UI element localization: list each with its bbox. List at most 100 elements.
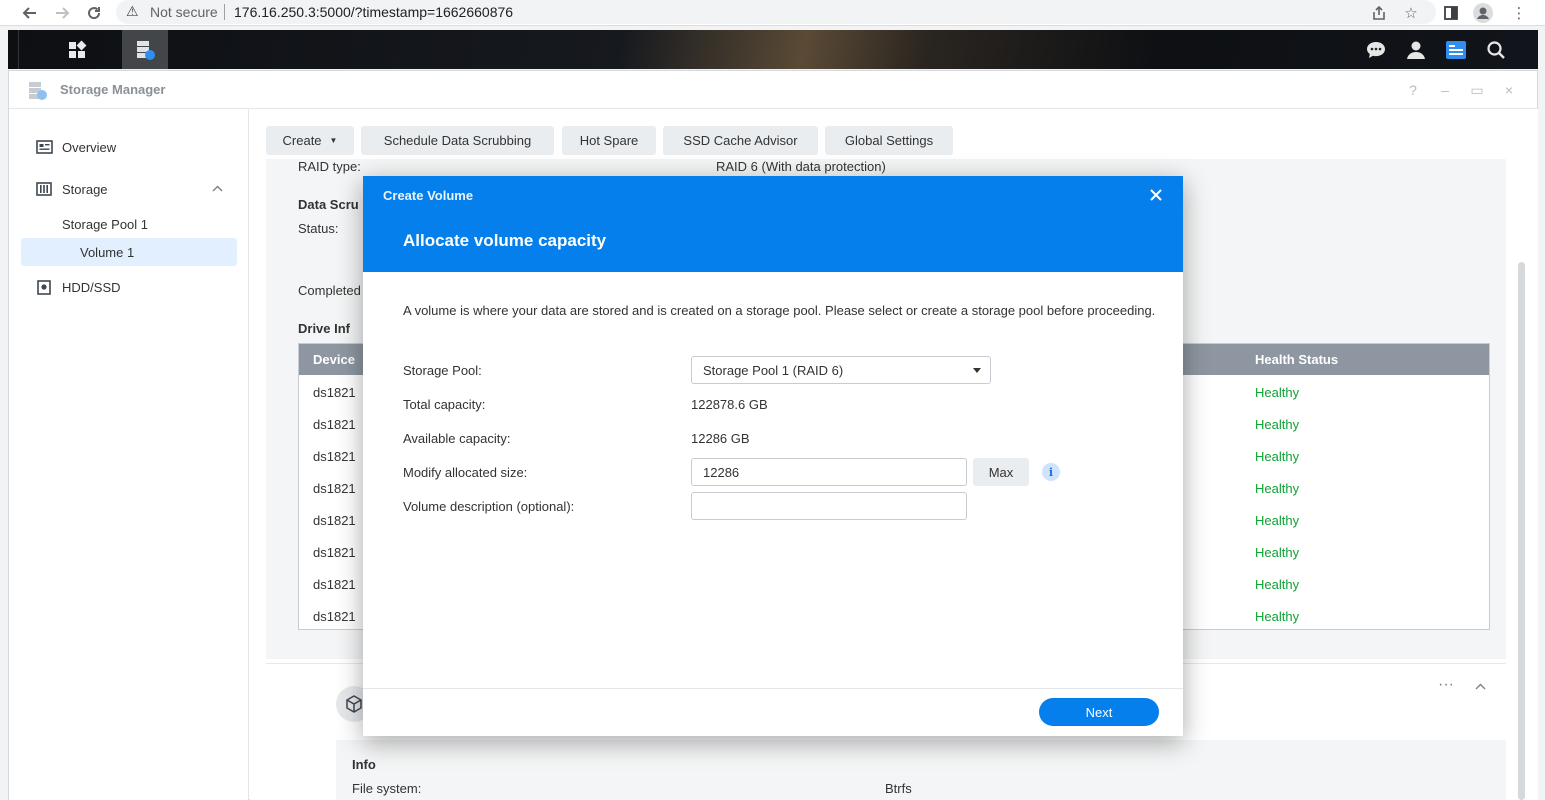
completed-label: Completed	[298, 283, 361, 298]
restore-icon[interactable]: ▭	[1467, 80, 1487, 100]
sidebar-item-label: Volume 1	[80, 244, 135, 260]
browser-toolbar: ⚠ Not secure 176.16.250.3:5000/?timestam…	[0, 0, 1545, 26]
health-status-cell: Healthy	[1255, 609, 1300, 624]
minimize-icon[interactable]: –	[1435, 80, 1455, 100]
available-capacity-value: 12286 GB	[691, 431, 750, 446]
storage-icon	[35, 181, 53, 197]
device-cell: ds1821	[313, 449, 356, 464]
file-system-value: Btrfs	[885, 781, 912, 796]
hdd-icon	[35, 279, 53, 295]
sidebar-item-storage-pool-1[interactable]: Storage Pool 1	[21, 210, 237, 238]
window-titlebar: Storage Manager ? – ▭ ×	[9, 71, 1537, 109]
info-heading: Info	[352, 757, 376, 772]
warning-icon: ⚠	[126, 3, 139, 19]
dialog-footer-divider	[363, 688, 1183, 689]
share-icon[interactable]	[1368, 2, 1390, 24]
sidebar-item-label: Storage Pool 1	[62, 216, 149, 232]
menu-kebab-icon[interactable]: ⋮	[1508, 2, 1530, 24]
device-cell: ds1821	[313, 545, 356, 560]
chevron-up-icon[interactable]	[1475, 678, 1486, 693]
allocated-size-value: 12286	[703, 464, 740, 480]
close-icon[interactable]	[1146, 185, 1166, 205]
health-status-cell: Healthy	[1255, 577, 1300, 592]
main-menu-icon[interactable]	[54, 30, 100, 69]
close-icon[interactable]: ×	[1499, 80, 1519, 100]
overview-icon	[35, 139, 53, 155]
raid-type-value: RAID 6 (With data protection)	[716, 159, 886, 174]
content-scrollbar[interactable]	[1518, 262, 1525, 800]
address-bar[interactable]: ⚠ Not secure 176.16.250.3:5000/?timestam…	[116, 0, 1436, 24]
storage-pool-select[interactable]: Storage Pool 1 (RAID 6)	[691, 356, 991, 384]
create-dropdown-button[interactable]: Create ▼	[266, 126, 354, 155]
sidebar-item-storage[interactable]: Storage	[21, 175, 237, 203]
forward-icon[interactable]	[51, 2, 73, 24]
drive-info-heading: Drive Inf	[298, 321, 351, 336]
storage-pool-label: Storage Pool:	[403, 363, 482, 378]
raid-type-label: RAID type:	[298, 159, 361, 174]
url-text[interactable]: 176.16.250.3:5000/?timestamp=1662660876	[234, 4, 513, 20]
not-secure-label: Not secure	[150, 4, 218, 20]
reload-icon[interactable]	[83, 2, 105, 24]
dialog-header: Create Volume Allocate volume capacity	[363, 176, 1183, 272]
caret-down-icon: ▼	[329, 136, 338, 145]
storage-manager-app-icon	[27, 80, 49, 102]
next-button[interactable]: Next	[1039, 698, 1159, 726]
global-settings-button[interactable]: Global Settings	[825, 126, 953, 155]
dsm-taskbar	[8, 30, 1538, 69]
more-icon[interactable]: ···	[1438, 676, 1454, 694]
health-status-cell: Healthy	[1255, 449, 1300, 464]
chevron-up-icon[interactable]	[212, 183, 223, 195]
widgets-icon[interactable]	[1436, 30, 1476, 69]
bookmark-star-icon[interactable]: ☆	[1400, 2, 1422, 24]
storage-manager-task-icon[interactable]	[122, 30, 168, 69]
caret-down-icon	[973, 368, 981, 373]
sidebar: Overview Storage Storage Pool 1 Volume 1…	[9, 109, 249, 800]
total-capacity-label: Total capacity:	[403, 397, 486, 412]
health-status-cell: Healthy	[1255, 545, 1300, 560]
sidebar-item-label: Storage	[62, 181, 108, 197]
create-volume-dialog: Create Volume Allocate volume capacity A…	[363, 176, 1183, 736]
ssd-cache-advisor-button[interactable]: SSD Cache Advisor	[663, 126, 818, 155]
create-label: Create	[282, 133, 322, 148]
device-cell: ds1821	[313, 513, 356, 528]
device-cell: ds1821	[313, 577, 356, 592]
window-title: Storage Manager	[60, 82, 166, 97]
volume-info-box: Info File system: Btrfs	[336, 740, 1506, 800]
hot-spare-button[interactable]: Hot Spare	[562, 126, 656, 155]
info-icon[interactable]: i	[1042, 463, 1060, 481]
taskbar-divider	[18, 30, 19, 69]
dialog-description: A volume is where your data are stored a…	[403, 303, 1156, 318]
user-icon[interactable]	[1396, 30, 1436, 69]
search-icon[interactable]	[1476, 30, 1516, 69]
schedule-data-scrubbing-button[interactable]: Schedule Data Scrubbing	[361, 126, 554, 155]
available-capacity-label: Available capacity:	[403, 431, 511, 446]
modify-allocated-size-label: Modify allocated size:	[403, 465, 528, 480]
divider	[224, 4, 225, 20]
storage-pool-selected-value: Storage Pool 1 (RAID 6)	[703, 362, 844, 378]
profile-avatar-icon[interactable]	[1472, 2, 1494, 24]
max-button[interactable]: Max	[973, 458, 1029, 486]
health-status-cell: Healthy	[1255, 385, 1300, 400]
back-icon[interactable]	[19, 2, 41, 24]
device-cell: ds1821	[313, 385, 356, 400]
sidebar-item-label: HDD/SSD	[62, 279, 121, 295]
column-header-health-status[interactable]: Health Status	[1255, 352, 1338, 367]
volume-description-label: Volume description (optional):	[403, 499, 575, 514]
total-capacity-value: 122878.6 GB	[691, 397, 768, 412]
help-icon[interactable]: ?	[1403, 80, 1423, 100]
health-status-cell: Healthy	[1255, 513, 1300, 528]
dialog-title: Allocate volume capacity	[403, 231, 607, 250]
volume-description-input[interactable]	[691, 492, 967, 520]
data-scrubbing-heading: Data Scru	[298, 197, 359, 212]
health-status-cell: Healthy	[1255, 417, 1300, 432]
device-cell: ds1821	[313, 481, 356, 496]
health-status-cell: Healthy	[1255, 481, 1300, 496]
file-system-label: File system:	[352, 781, 422, 796]
sidebar-item-volume-1[interactable]: Volume 1	[21, 238, 237, 266]
chat-icon[interactable]	[1356, 30, 1396, 69]
sidebar-item-overview[interactable]: Overview	[21, 133, 237, 161]
column-header-device[interactable]: Device	[313, 352, 355, 367]
side-panel-icon[interactable]	[1440, 2, 1462, 24]
allocated-size-input[interactable]: 12286	[691, 458, 967, 486]
sidebar-item-hdd-ssd[interactable]: HDD/SSD	[21, 273, 237, 301]
